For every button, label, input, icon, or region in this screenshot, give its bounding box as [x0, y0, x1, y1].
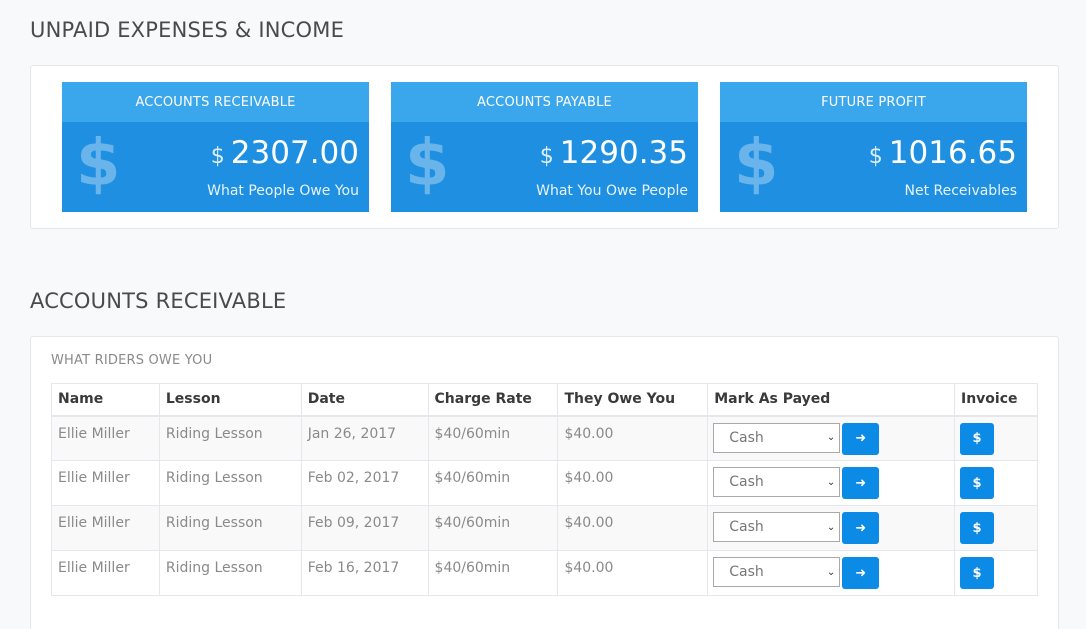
cell-they-owe-you: $40.00 [557, 550, 709, 596]
cell-invoice: $ [953, 505, 1039, 551]
cell-mark-as-payed: Cash ⌄ ➜ [707, 550, 955, 596]
column-header-name: Name [51, 383, 160, 417]
table-row: Ellie Miller Riding Lesson Feb 02, 2017 … [51, 460, 1039, 506]
invoice-button[interactable]: $ [959, 557, 994, 589]
chevron-down-icon: ⌄ [826, 432, 836, 443]
cell-invoice: $ [953, 415, 1039, 461]
mark-payed-button[interactable]: ➜ [842, 422, 880, 455]
cell-invoice: $ [953, 550, 1039, 596]
invoice-button[interactable]: $ [959, 512, 994, 544]
card-amount: $2307.00 [210, 135, 359, 171]
arrow-right-icon: ➜ [855, 431, 867, 446]
card-subtitle: What You Owe People [536, 183, 688, 199]
cell-name: Ellie Miller [51, 505, 160, 551]
table-row: Ellie Miller Riding Lesson Feb 16, 2017 … [51, 550, 1039, 596]
payment-method-select[interactable]: Cash ⌄ [713, 512, 841, 542]
column-header-invoice: Invoice [953, 383, 1039, 417]
card-accounts-payable: ACCOUNTS PAYABLE $ $1290.35 What You Owe… [391, 82, 698, 212]
cell-date: Feb 16, 2017 [300, 550, 429, 596]
section-title: ACCOUNTS RECEIVABLE [30, 289, 287, 313]
summary-panel: ACCOUNTS RECEIVABLE $ $2307.00 What Peop… [30, 65, 1059, 229]
cell-date: Feb 02, 2017 [300, 460, 429, 506]
chevron-down-icon: ⌄ [826, 476, 836, 488]
invoice-button[interactable]: $ [959, 422, 994, 455]
column-header-lesson: Lesson [158, 383, 302, 417]
column-header-charge-rate: Charge Rate [427, 383, 559, 417]
cell-charge-rate: $40/60min [427, 550, 559, 596]
card-subtitle: Net Receivables [904, 183, 1018, 199]
dollar-icon: $ [76, 127, 121, 201]
cell-charge-rate: $40/60min [427, 460, 559, 506]
cell-lesson: Riding Lesson [158, 415, 302, 461]
dollar-icon: $ [972, 431, 982, 446]
table-row: Ellie Miller Riding Lesson Feb 09, 2017 … [51, 505, 1039, 551]
cell-charge-rate: $40/60min [427, 415, 559, 461]
cell-charge-rate: $40/60min [427, 505, 559, 551]
cell-they-owe-you: $40.00 [557, 415, 709, 461]
chevron-down-icon: ⌄ [826, 521, 836, 533]
card-amount: $1290.35 [539, 135, 688, 171]
dollar-icon: $ [734, 127, 779, 201]
mark-payed-button[interactable]: ➜ [842, 557, 880, 589]
card-accounts-receivable: ACCOUNTS RECEIVABLE $ $2307.00 What Peop… [62, 82, 369, 212]
cell-mark-as-payed: Cash ⌄ ➜ [707, 460, 955, 506]
cell-lesson: Riding Lesson [158, 460, 302, 506]
card-subtitle: What People Owe You [207, 183, 359, 199]
arrow-right-icon: ➜ [855, 520, 867, 536]
cell-name: Ellie Miller [51, 415, 160, 461]
table-header-row: Name Lesson Date Charge Rate They Owe Yo… [51, 383, 1039, 417]
arrow-right-icon: ➜ [855, 565, 867, 581]
dollar-icon: $ [972, 565, 982, 581]
card-amount: $1016.65 [868, 135, 1017, 171]
cell-name: Ellie Miller [51, 460, 160, 506]
receivables-table: Name Lesson Date Charge Rate They Owe Yo… [51, 383, 1039, 596]
dollar-icon: $ [972, 475, 982, 491]
payment-method-select[interactable]: Cash ⌄ [713, 422, 841, 453]
mark-payed-button[interactable]: ➜ [842, 512, 880, 544]
cell-mark-as-payed: Cash ⌄ ➜ [707, 415, 955, 461]
column-header-mark-as-payed: Mark As Payed [707, 383, 955, 417]
cell-lesson: Riding Lesson [158, 550, 302, 596]
payment-method-select[interactable]: Cash ⌄ [713, 557, 841, 587]
cell-invoice: $ [953, 460, 1039, 506]
invoice-button[interactable]: $ [959, 467, 994, 499]
receivables-panel: WHAT RIDERS OWE YOU Name Lesson Date Cha… [30, 336, 1059, 629]
card-title: ACCOUNTS RECEIVABLE [62, 82, 369, 122]
dollar-icon: $ [972, 520, 982, 536]
column-header-they-owe-you: They Owe You [557, 383, 709, 417]
cell-name: Ellie Miller [51, 550, 160, 596]
table-row: Ellie Miller Riding Lesson Jan 26, 2017 … [51, 415, 1039, 461]
cell-date: Jan 26, 2017 [300, 415, 429, 461]
cell-mark-as-payed: Cash ⌄ ➜ [707, 505, 955, 551]
cell-they-owe-you: $40.00 [557, 505, 709, 551]
card-future-profit: FUTURE PROFIT $ $1016.65 Net Receivables [720, 82, 1027, 212]
mark-payed-button[interactable]: ➜ [842, 467, 880, 499]
cell-they-owe-you: $40.00 [557, 460, 709, 506]
payment-method-select[interactable]: Cash ⌄ [713, 467, 841, 497]
dollar-icon: $ [405, 127, 450, 201]
page-title: UNPAID EXPENSES & INCOME [30, 18, 345, 42]
arrow-right-icon: ➜ [855, 475, 867, 491]
card-title: ACCOUNTS PAYABLE [391, 82, 698, 122]
cell-date: Feb 09, 2017 [300, 505, 429, 551]
cell-lesson: Riding Lesson [158, 505, 302, 551]
table-subtitle: WHAT RIDERS OWE YOU [51, 353, 213, 368]
card-title: FUTURE PROFIT [720, 82, 1027, 122]
chevron-down-icon: ⌄ [826, 566, 836, 578]
column-header-date: Date [300, 383, 429, 417]
